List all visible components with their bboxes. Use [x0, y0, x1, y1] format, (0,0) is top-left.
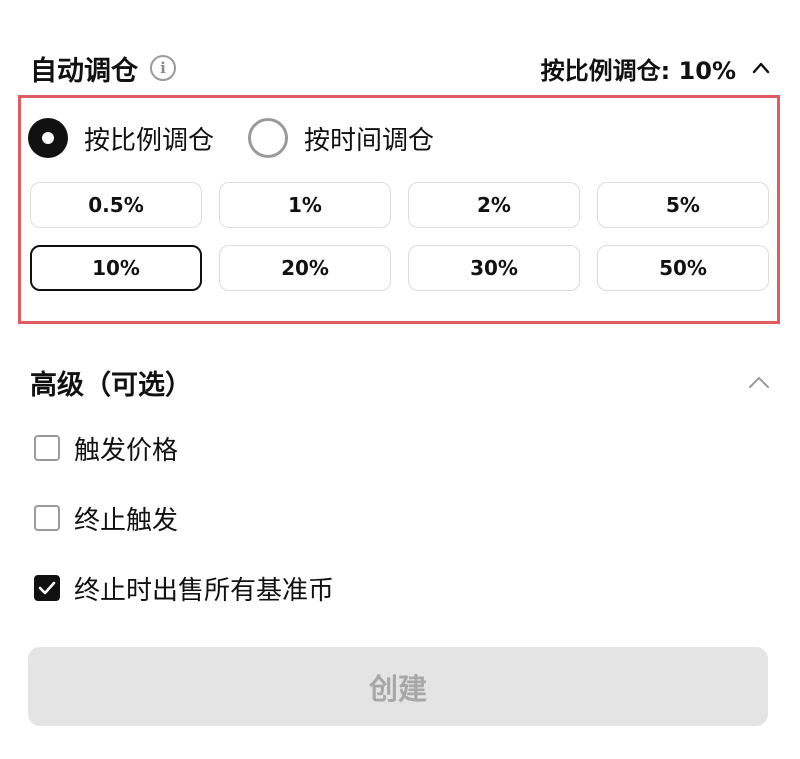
rebalance-mode-group: 按比例调仓 按时间调仓: [28, 116, 468, 160]
percent-chip[interactable]: 5%: [597, 182, 769, 228]
auto-rebalance-title: 自动调仓: [30, 55, 138, 87]
auto-rebalance-summary-toggle[interactable]: 按比例调仓: 10%: [541, 51, 770, 86]
mode-by-ratio-radio[interactable]: 按比例调仓: [28, 118, 214, 158]
checkbox-label: 终止触发: [74, 505, 179, 536]
checkmark-icon: [34, 575, 60, 601]
mode-by-time-radio[interactable]: 按时间调仓: [248, 118, 434, 158]
sell-base-on-stop-checkbox[interactable]: 终止时出售所有基准币: [34, 568, 334, 608]
chevron-up-icon: [748, 375, 770, 389]
percent-chip[interactable]: 1%: [219, 182, 391, 228]
percent-options-grid: 0.5% 1% 2% 5% 10% 20% 30% 50%: [30, 182, 769, 291]
percent-chip[interactable]: 20%: [219, 245, 391, 291]
auto-rebalance-header: 自动调仓 i 按比例调仓: 10%: [30, 46, 770, 90]
create-button[interactable]: 创建: [28, 647, 768, 726]
radio-selected-icon: [28, 118, 68, 158]
percent-chip-selected[interactable]: 10%: [30, 245, 202, 291]
advanced-header[interactable]: 高级（可选）: [30, 360, 770, 404]
percent-chip[interactable]: 50%: [597, 245, 769, 291]
checkbox-empty-icon: [34, 435, 60, 461]
mode-label: 按比例调仓: [84, 125, 215, 156]
trigger-price-checkbox[interactable]: 触发价格: [34, 428, 178, 468]
chevron-up-icon: [752, 59, 770, 77]
auto-rebalance-summary: 按比例调仓: 10%: [540, 56, 736, 85]
checkbox-label: 触发价格: [74, 435, 179, 466]
stop-trigger-checkbox[interactable]: 终止触发: [34, 498, 178, 538]
checkbox-label: 终止时出售所有基准币: [74, 575, 335, 606]
percent-chip[interactable]: 2%: [408, 182, 580, 228]
radio-unselected-icon: [248, 118, 289, 158]
advanced-title: 高级（可选）: [30, 369, 192, 401]
percent-chip[interactable]: 30%: [408, 245, 580, 291]
info-icon[interactable]: i: [150, 55, 176, 81]
checkbox-empty-icon: [34, 505, 60, 531]
auto-rebalance-title-group: 自动调仓 i: [30, 49, 176, 88]
mode-label: 按时间调仓: [304, 125, 435, 156]
percent-chip[interactable]: 0.5%: [30, 182, 202, 228]
